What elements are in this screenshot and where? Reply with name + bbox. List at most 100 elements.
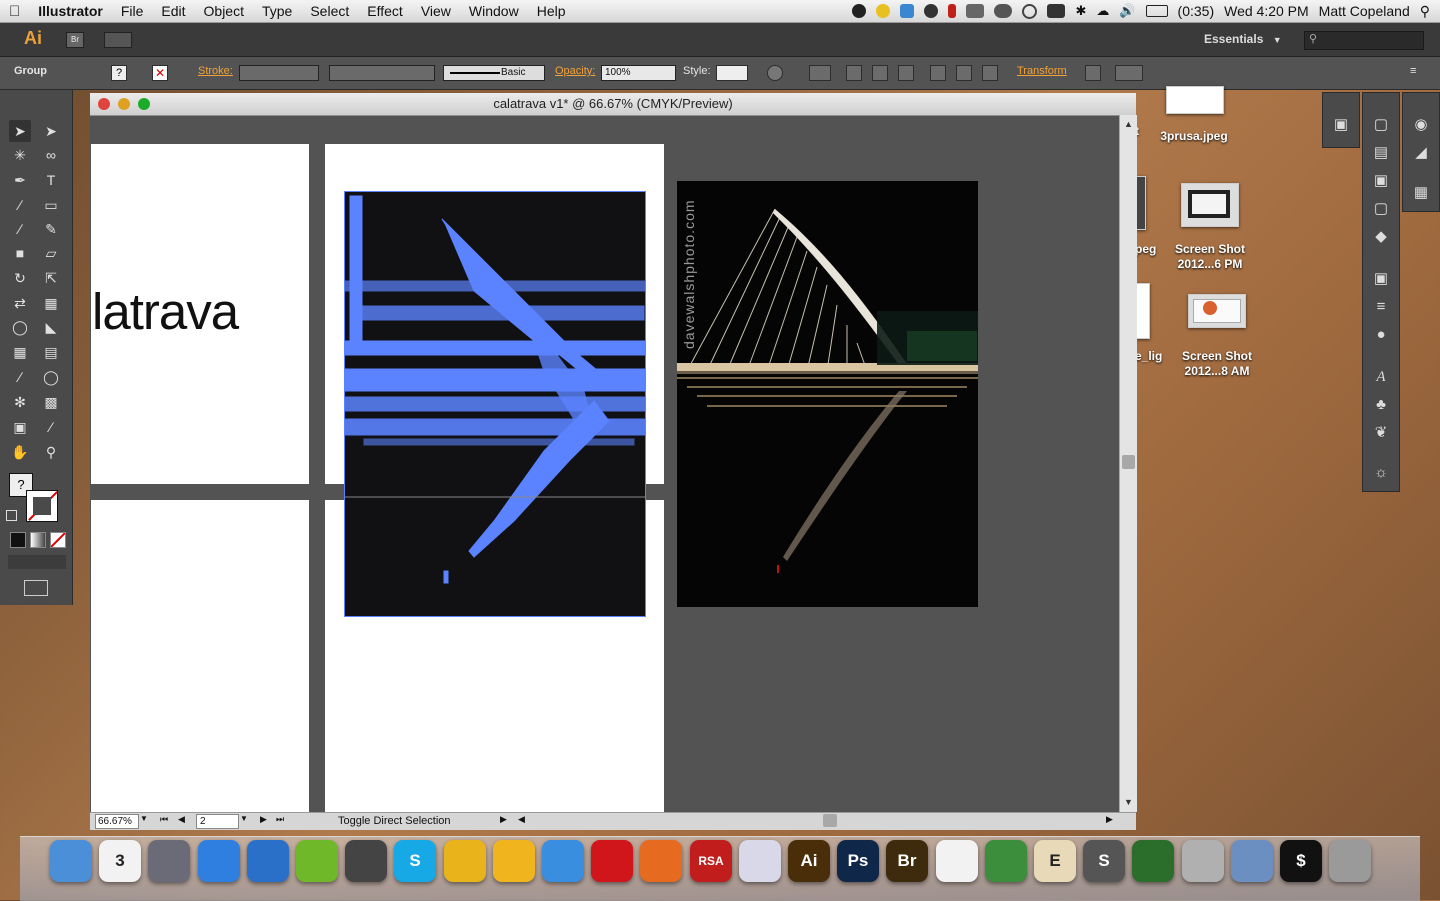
- menu-window[interactable]: Window: [460, 3, 528, 19]
- desktop-thumb-screenshot-2[interactable]: [1188, 294, 1246, 328]
- default-colors-icon[interactable]: [6, 510, 17, 521]
- align-left-icon[interactable]: [846, 65, 862, 81]
- placed-bridge-photo[interactable]: davewalshphoto.com: [677, 181, 978, 607]
- align-top-icon[interactable]: [930, 65, 946, 81]
- menu-select[interactable]: Select: [301, 3, 358, 19]
- zoom-tool-icon[interactable]: ⚲: [40, 441, 62, 463]
- volume-icon[interactable]: 🔊: [1119, 3, 1135, 19]
- previous-artboard-button[interactable]: ◀: [178, 814, 185, 825]
- lasso-tool-icon[interactable]: ∞: [40, 144, 62, 166]
- magic-wand-tool-icon[interactable]: ✳: [9, 144, 31, 166]
- recolor-artwork-icon[interactable]: [767, 65, 783, 81]
- desktop-label-screenshot-1[interactable]: Screen Shot 2012...6 PM: [1160, 242, 1260, 272]
- last-artboard-button[interactable]: ⏭: [276, 814, 284, 825]
- zoom-button[interactable]: [138, 98, 150, 110]
- brush-definition[interactable]: Basic: [443, 65, 545, 81]
- gradient-tool-icon[interactable]: ▤: [40, 341, 62, 363]
- dock-sublime-icon[interactable]: S: [1083, 840, 1125, 882]
- vertical-scrollbar[interactable]: ▲ ▼: [1119, 115, 1137, 812]
- blend-tool-icon[interactable]: ◯: [40, 366, 62, 388]
- dock-acrobat-icon[interactable]: [936, 840, 978, 882]
- battery-time[interactable]: (0:35): [1178, 3, 1215, 19]
- stroke-color-box[interactable]: [26, 490, 58, 522]
- scroll-up-arrow[interactable]: ▲: [1124, 119, 1133, 129]
- dock-trash-icon[interactable]: [1329, 840, 1371, 882]
- dock-chrome-canary-icon[interactable]: [493, 840, 535, 882]
- scroll-left-arrow[interactable]: ◀: [518, 814, 525, 825]
- artboard-1[interactable]: latrava: [91, 144, 309, 484]
- opacity-label[interactable]: Opacity:: [555, 65, 595, 77]
- isolate-group-icon[interactable]: [1085, 65, 1101, 81]
- paintbrush-tool-icon[interactable]: ∕: [9, 218, 31, 240]
- free-transform-tool-icon[interactable]: ▦: [40, 292, 62, 314]
- align-right-icon[interactable]: [898, 65, 914, 81]
- dock-steam-icon[interactable]: [345, 840, 387, 882]
- menu-file[interactable]: File: [112, 3, 153, 19]
- symbols-panel-icon[interactable]: ♣: [1371, 395, 1391, 415]
- mesh-tool-icon[interactable]: ▦: [9, 341, 31, 363]
- menu-type[interactable]: Type: [253, 3, 301, 19]
- pencil-tool-icon[interactable]: ✎: [40, 218, 62, 240]
- pen-tool-icon[interactable]: ✒: [9, 169, 31, 191]
- character-panel-icon[interactable]: A: [1371, 367, 1391, 387]
- variable-width-profile[interactable]: [329, 65, 435, 81]
- color-guide-icon[interactable]: ◢: [1411, 143, 1431, 163]
- screen-mode-icon[interactable]: [24, 580, 48, 596]
- desktop-thumb-screenshot-1[interactable]: [1181, 183, 1239, 227]
- layers-panel-icon[interactable]: ◆: [1371, 227, 1391, 247]
- opacity-field[interactable]: 100%: [601, 65, 676, 81]
- desktop-thumb-3prusa[interactable]: [1166, 86, 1224, 114]
- artboard-3[interactable]: [91, 500, 309, 812]
- dock-terminal-icon[interactable]: $: [1280, 840, 1322, 882]
- zoom-dropdown-icon[interactable]: ▼: [140, 814, 148, 823]
- color-mode-icon[interactable]: [10, 532, 26, 548]
- clock[interactable]: Wed 4:20 PM: [1224, 3, 1309, 19]
- dock-firefox-icon[interactable]: [640, 840, 682, 882]
- eyedropper-tool-icon[interactable]: ∕: [9, 366, 31, 388]
- dock-preview-icon[interactable]: [739, 840, 781, 882]
- apple-icon[interactable]: : [0, 3, 29, 20]
- width-tool-icon[interactable]: ⇄: [9, 292, 31, 314]
- swatches-panel-icon[interactable]: ▦: [1411, 183, 1431, 203]
- menu-effect[interactable]: Effect: [358, 3, 412, 19]
- select-similar-icon[interactable]: [1115, 65, 1143, 81]
- display-icon[interactable]: [1047, 4, 1066, 18]
- dropbox-icon[interactable]: [900, 4, 915, 18]
- menu-edit[interactable]: Edit: [152, 3, 194, 19]
- pathfinder-panel-icon[interactable]: ▣: [1371, 269, 1391, 289]
- type-tool-icon[interactable]: T: [40, 169, 62, 191]
- dock-vim-icon[interactable]: [1132, 840, 1174, 882]
- rectangle-tool-icon[interactable]: ▭: [40, 194, 62, 216]
- dock-chrome-icon[interactable]: [444, 840, 486, 882]
- rotate-tool-icon[interactable]: ↻: [9, 267, 31, 289]
- stroke-label[interactable]: Stroke:: [198, 65, 233, 77]
- stroke-swatch[interactable]: ✕: [152, 65, 168, 81]
- desktop-label-screenshot-2[interactable]: Screen Shot 2012...8 AM: [1167, 349, 1267, 379]
- traced-artwork[interactable]: [344, 191, 646, 617]
- cloud-icon[interactable]: [994, 4, 1013, 18]
- battery-icon[interactable]: [1145, 5, 1168, 17]
- status-icon[interactable]: [924, 4, 939, 18]
- arrange-icon[interactable]: ▣: [1331, 115, 1351, 135]
- artboard-dropdown-icon[interactable]: ▼: [240, 814, 248, 823]
- symbol-sprayer-tool-icon[interactable]: ✻: [9, 391, 31, 413]
- network-monitor-icon[interactable]: [966, 4, 985, 18]
- zoom-level-field[interactable]: 66.67%: [95, 814, 139, 829]
- dock-xcode-icon[interactable]: [1231, 840, 1273, 882]
- artboard-number-field[interactable]: 2: [196, 814, 239, 829]
- menu-help[interactable]: Help: [528, 3, 575, 19]
- dock-opera-icon[interactable]: [591, 840, 633, 882]
- arrange-documents-button[interactable]: [104, 32, 132, 48]
- direct-selection-tool-icon[interactable]: ➤: [40, 120, 62, 142]
- dock-skype-icon[interactable]: S: [394, 840, 436, 882]
- status-menu-arrow[interactable]: ▶: [500, 814, 507, 825]
- draw-mode-icons[interactable]: [8, 555, 66, 569]
- dock-app-store-icon[interactable]: [198, 840, 240, 882]
- control-menu-icon[interactable]: ≡: [1410, 65, 1416, 77]
- scroll-right-arrow[interactable]: ▶: [1106, 814, 1113, 825]
- gradient-panel-icon[interactable]: ▢: [1371, 199, 1391, 219]
- fill-swatch[interactable]: ?: [111, 65, 127, 81]
- color-panel-icon[interactable]: ◉: [1411, 115, 1431, 135]
- desktop-thumb-partial[interactable]: [1136, 176, 1146, 230]
- artboards-panel-icon[interactable]: ▢: [1371, 115, 1391, 135]
